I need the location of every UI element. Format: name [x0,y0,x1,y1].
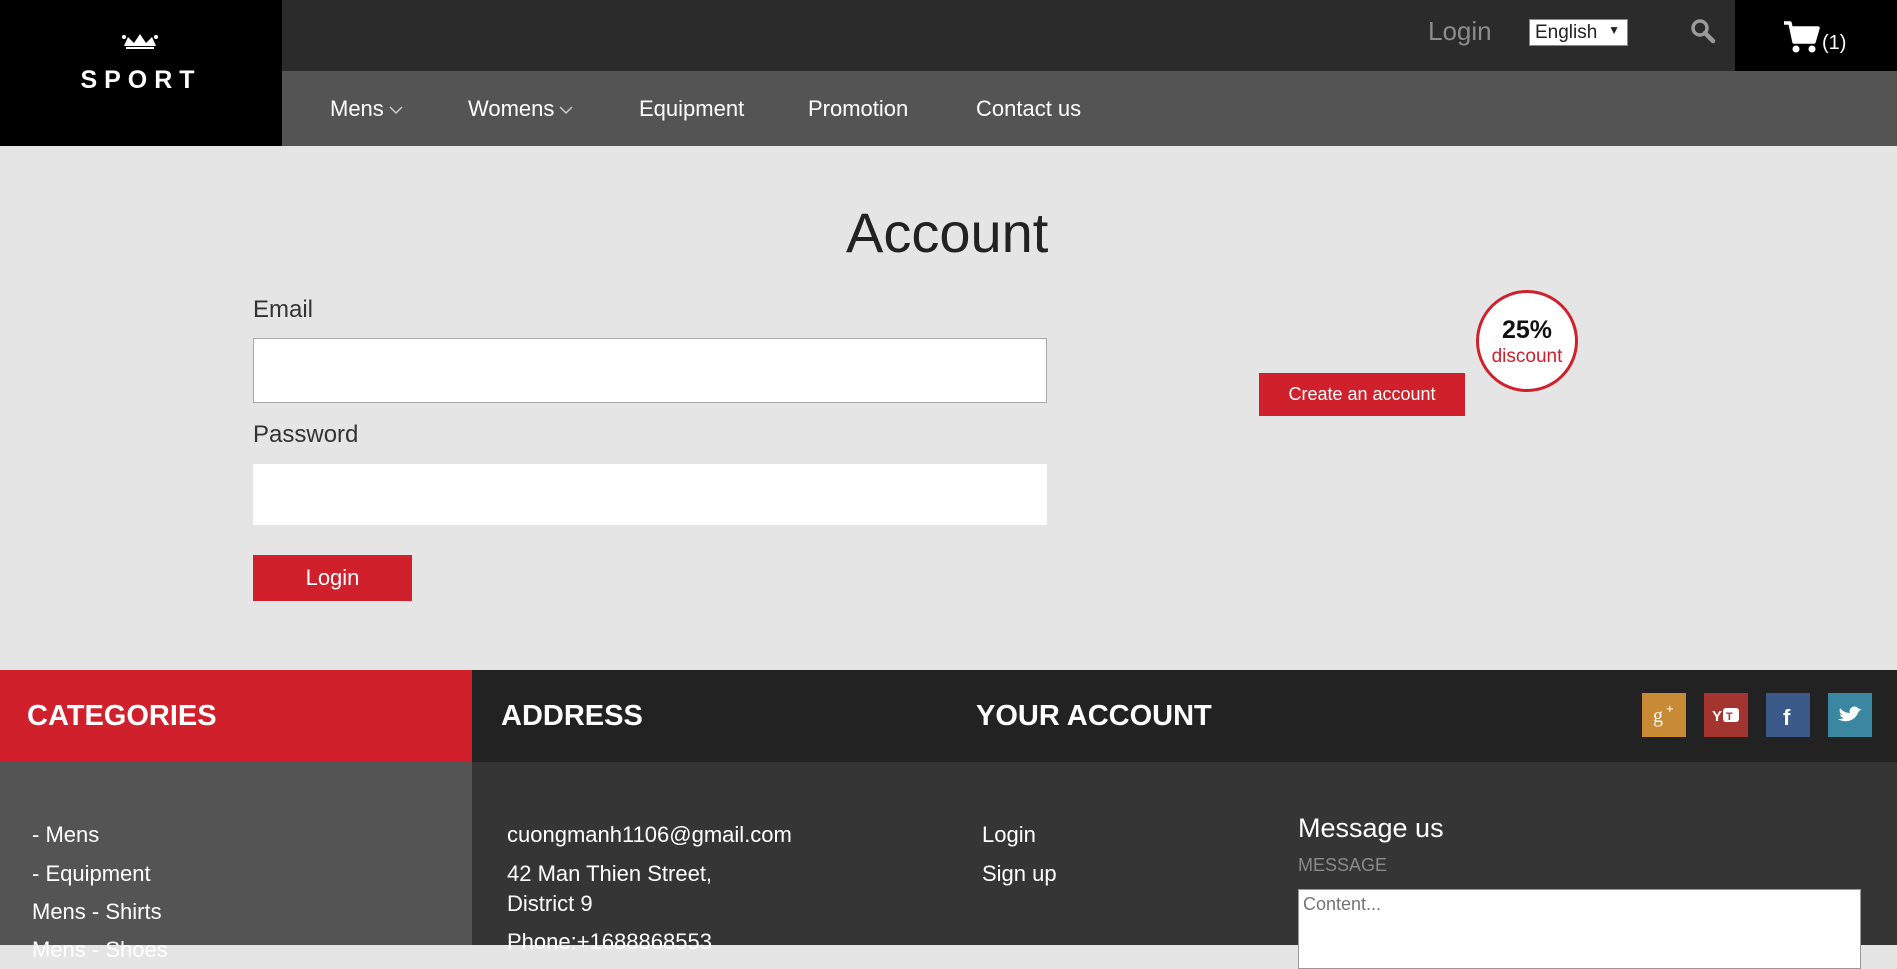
categories-title: CATEGORIES [27,700,217,732]
message-us-title: Message us [1298,813,1444,843]
your-account-title: YOUR ACCOUNT [976,700,1212,732]
footer-signup-link[interactable]: Sign up [982,861,1057,887]
discount-text: discount [1491,346,1563,367]
chevron-down-icon [559,106,573,114]
search-icon[interactable] [1690,18,1716,44]
nav-item-promotion[interactable]: Promotion [808,96,908,122]
language-select[interactable]: English ▼ [1529,19,1628,46]
svg-text:Y: Y [1712,708,1722,725]
email-label: Email [253,296,314,323]
nav-item-mens[interactable]: Mens [330,96,403,122]
address-district: District 9 [507,891,593,916]
category-link-equipment[interactable]: - Equipment [32,861,151,887]
youtube-icon[interactable]: YT [1704,693,1748,737]
message-label: MESSAGE [1298,855,1388,875]
discount-badge: 25% discount [1476,290,1578,392]
discount-percent: 25% [1501,316,1553,344]
message-textarea[interactable] [1298,889,1861,969]
crown-icon [122,34,158,49]
password-label: Password [253,421,359,448]
svg-text:g: g [1653,705,1663,727]
page-title: Account [846,201,1049,264]
nav-item-contact-us[interactable]: Contact us [976,96,1081,122]
cart-button[interactable]: (1) [1735,0,1897,71]
nav-item-label: Womens [468,96,555,121]
password-field[interactable] [253,464,1047,525]
chevron-down-icon [389,106,403,114]
address-street: 42 Man Thien Street, [507,861,713,886]
svg-text:T: T [1726,711,1733,723]
nav-item-equipment[interactable]: Equipment [639,96,744,122]
top-bar: Login English ▼ [282,0,1735,71]
logo-text: SPORT [80,66,202,94]
address-phone: Phone:+1688868553 [507,929,712,954]
address-email: cuongmanh1106@gmail.com [507,822,792,847]
address-title: ADDRESS [501,700,643,732]
site-logo[interactable]: SPORT [0,0,282,146]
login-button[interactable]: Login [253,555,412,601]
google-plus-icon[interactable]: g + [1642,693,1686,737]
category-link-mens-shirts[interactable]: Mens - Shirts [32,899,162,925]
category-link-mens-shoes[interactable]: Mens - Shoes [32,937,168,963]
facebook-icon[interactable]: f [1766,693,1810,737]
svg-text:f: f [1783,705,1791,730]
header-login-link[interactable]: Login [1428,16,1492,47]
email-field[interactable] [253,338,1047,403]
nav-item-womens[interactable]: Womens [468,96,573,122]
cart-count: (1) [1822,32,1847,54]
nav-item-label: Promotion [808,96,909,121]
twitter-icon[interactable] [1828,693,1872,737]
category-link-mens[interactable]: - Mens [32,822,99,848]
nav-item-label: Equipment [639,96,745,121]
footer-login-link[interactable]: Login [982,822,1036,848]
site-header: SPORT Login English ▼ (1) Mens Womens Eq… [0,0,1897,146]
shopping-cart-icon [1784,21,1820,53]
dropdown-caret-icon: ▼ [1608,23,1620,37]
nav-item-label: Mens [330,96,384,121]
language-value: English [1535,22,1598,43]
main-nav: Mens Womens Equipment Promotion Contact … [282,71,1897,146]
footer-header: CATEGORIES ADDRESS YOUR ACCOUNT [0,670,1897,762]
nav-item-label: Contact us [976,96,1082,121]
create-account-button[interactable]: Create an account [1259,373,1465,416]
svg-text:+: + [1666,701,1674,716]
